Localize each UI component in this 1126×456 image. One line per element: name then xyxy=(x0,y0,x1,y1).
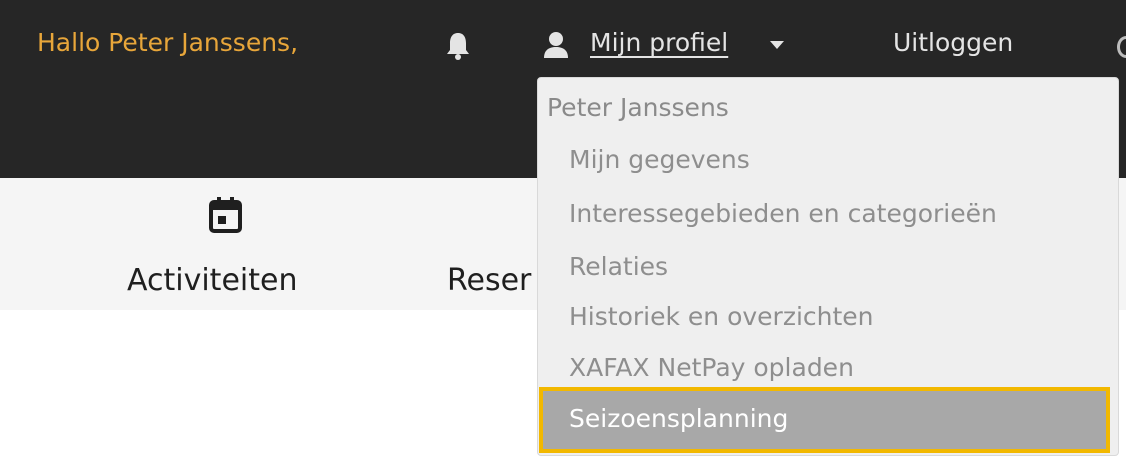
caret-down-icon[interactable] xyxy=(770,41,784,49)
logout-link[interactable]: Uitloggen xyxy=(893,28,1013,57)
menu-item-interessegebieden[interactable]: Interessegebieden en categorieën xyxy=(569,199,997,228)
menu-item-seizoensplanning-label: Seizoensplanning xyxy=(569,404,789,433)
user-icon xyxy=(544,32,568,58)
menu-item-relaties[interactable]: Relaties xyxy=(569,252,668,281)
menu-item-historiek[interactable]: Historiek en overzichten xyxy=(569,302,874,331)
nav-item-reservaties[interactable]: Reser xyxy=(447,263,531,298)
nav-item-activiteiten[interactable]: Activiteiten xyxy=(127,263,297,298)
my-profile-link[interactable]: Mijn profiel xyxy=(590,28,728,57)
dropdown-user-name: Peter Janssens xyxy=(547,93,729,122)
menu-item-mijn-gegevens[interactable]: Mijn gegevens xyxy=(569,145,750,174)
menu-item-netpay-opladen[interactable]: XAFAX NetPay opladen xyxy=(569,353,854,382)
calendar-icon xyxy=(209,197,242,233)
greeting-text: Hallo Peter Janssens, xyxy=(37,28,299,57)
bell-icon[interactable] xyxy=(445,31,471,61)
